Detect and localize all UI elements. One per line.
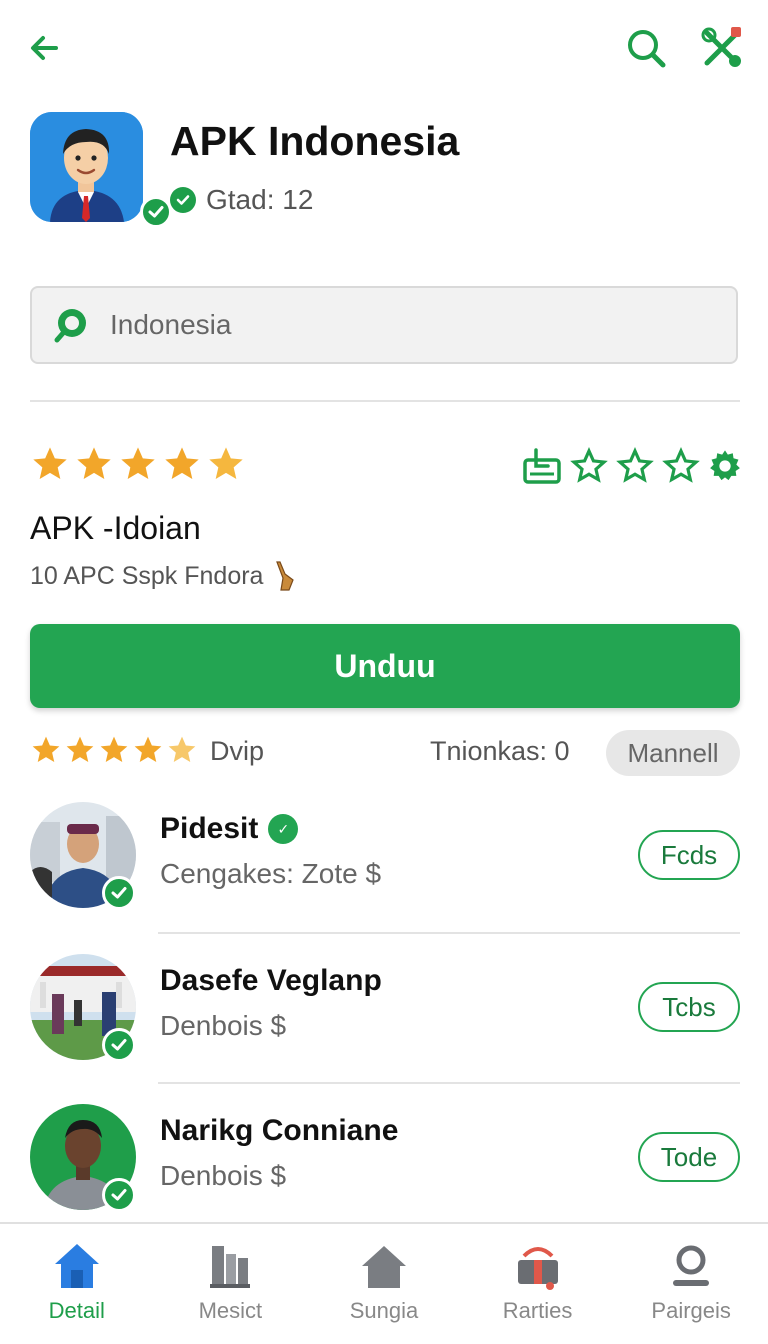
app-description-text: 10 APC Sspk Fndora (30, 561, 264, 590)
star-outline-icon[interactable] (570, 447, 608, 485)
app-meta: Gtad: 12 (170, 184, 313, 216)
download-tray-icon[interactable] (522, 446, 562, 486)
nav-item-sungia[interactable]: Sungia (307, 1224, 461, 1344)
verified-badge (102, 876, 136, 910)
item-subtitle: Denbois $ (160, 1010, 287, 1041)
list-item[interactable]: Pidesit ✓ Cengakes: Zote $ Fcds (30, 802, 742, 932)
app-title: APK Indonesia (170, 118, 460, 164)
verified-badge (102, 1028, 136, 1062)
check-circle-icon (170, 187, 196, 213)
manual-pill[interactable]: Mannell (606, 730, 740, 776)
list-item[interactable]: Dasefe Veglanp Denbois $ Tcbs (30, 954, 742, 1084)
star-icon (209, 447, 243, 479)
download-button[interactable]: Unduu (30, 624, 740, 708)
hand-icon (276, 561, 295, 591)
item-name-text: Narikg Conniane (160, 1114, 399, 1147)
top-bar (0, 0, 768, 96)
star-icon (77, 447, 111, 479)
search-value: Indonesia (110, 309, 232, 340)
tools-button[interactable] (694, 20, 750, 76)
star-icon (66, 736, 94, 762)
person-icon (673, 1245, 710, 1286)
app-description: 10 APC Sspk Fndora (30, 560, 295, 592)
verified-badge (102, 1178, 136, 1212)
item-action-button[interactable]: Fcds (638, 830, 740, 880)
nav-label: Detail (48, 1298, 105, 1323)
star-icon (32, 736, 60, 762)
gear-icon[interactable] (708, 449, 742, 483)
check-icon (111, 1039, 127, 1051)
nav-item-pairgeis[interactable]: Pairgeis (614, 1224, 768, 1344)
nav-label: Mesict (198, 1298, 263, 1323)
star-icon (168, 736, 196, 762)
nav-item-detail[interactable]: Detail (0, 1224, 154, 1344)
app-icon (30, 112, 143, 222)
gift-icon (517, 1247, 558, 1290)
check-icon (111, 1189, 127, 1201)
item-name: Narikg Conniane (160, 1114, 398, 1148)
item-subtitle: Cengakes: Zote $ (160, 858, 382, 889)
item-action-button[interactable]: Tode (638, 1132, 740, 1182)
rating-actions (522, 446, 742, 486)
small-star-rating (30, 734, 198, 766)
item-name-text: Pidesit (160, 812, 259, 845)
item-subtitle: Denbois $ (160, 1160, 287, 1191)
nav-item-mesict[interactable]: Mesict (154, 1224, 308, 1344)
list-item[interactable]: Narikg Conniane Denbois $ Tode (30, 1104, 742, 1234)
meta-info: Tnionkas: 0 (430, 736, 570, 766)
nav-label: Rarties (502, 1298, 573, 1323)
books-icon (210, 1246, 251, 1288)
rating-row (30, 444, 742, 492)
item-action-button[interactable]: Tcbs (638, 982, 740, 1032)
back-arrow-icon (31, 36, 58, 60)
star-outline-icon[interactable] (662, 447, 700, 485)
star-outline-icon[interactable] (616, 447, 654, 485)
nav-label: Sungia (349, 1298, 419, 1323)
star-icon (134, 736, 162, 762)
verified-icon: ✓ (268, 814, 299, 844)
item-name: Dasefe Veglanp (160, 964, 382, 998)
item-name-text: Dasefe Veglanp (160, 964, 382, 997)
app-subtitle: APK -Idoian (30, 510, 201, 546)
divider (30, 400, 740, 402)
star-icon (33, 447, 67, 479)
search-button[interactable] (620, 22, 672, 74)
house-icon (361, 1246, 406, 1288)
meta-label: Dvip (210, 736, 265, 766)
star-icon (165, 447, 199, 479)
item-name: Pidesit ✓ (160, 812, 299, 846)
divider (158, 932, 740, 934)
tools-icon (701, 27, 741, 67)
check-icon (148, 206, 164, 218)
check-icon (111, 887, 127, 899)
search-icon (628, 30, 666, 68)
home-icon (54, 1244, 99, 1288)
bottom-nav: Detail Mesict Sungia Rarties Pairgeis (0, 1222, 768, 1344)
nav-label: Pairgeis (651, 1298, 731, 1323)
star-icon (100, 736, 128, 762)
app-header: APK Indonesia Gtad: 12 (30, 110, 730, 230)
app-meta-text: Gtad: 12 (206, 184, 314, 215)
search-pin-icon (54, 309, 86, 343)
divider (158, 1082, 740, 1084)
verified-badge (140, 196, 172, 228)
star-icon (121, 447, 155, 479)
meta-row: Dvip Tnionkas: 0 Mannell (30, 728, 742, 778)
nav-item-rarties[interactable]: Rarties (461, 1224, 615, 1344)
search-input[interactable]: Indonesia (30, 286, 738, 364)
back-button[interactable] (20, 24, 68, 72)
